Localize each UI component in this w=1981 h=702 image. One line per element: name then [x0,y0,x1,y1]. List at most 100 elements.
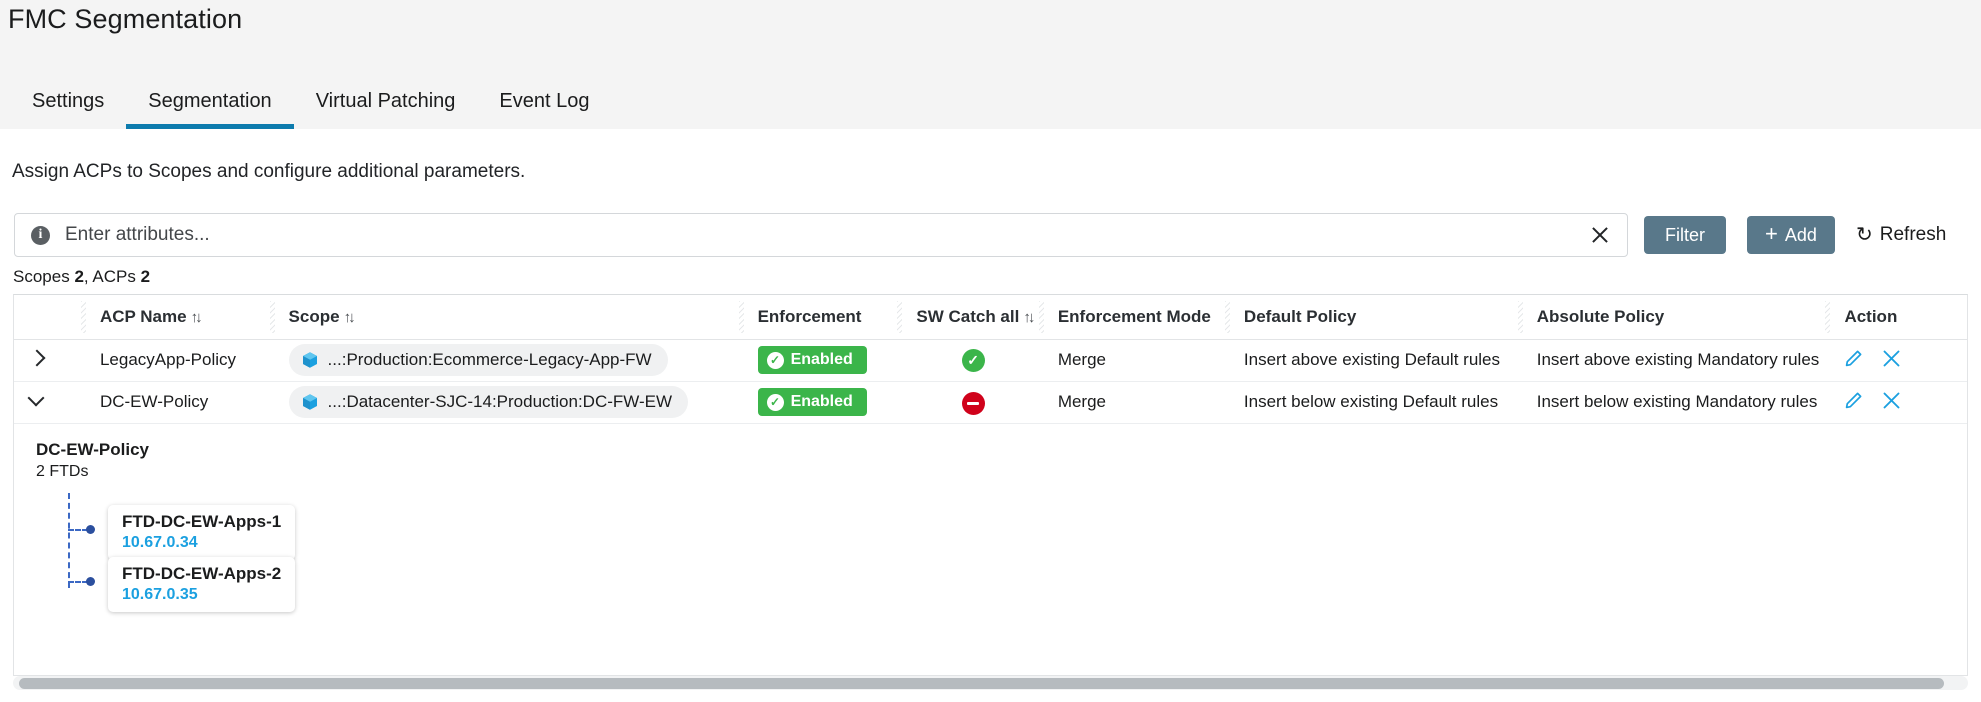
edit-icon[interactable] [1844,391,1863,410]
tree-branch-line [68,528,88,531]
column-header-acp-name-label: ACP Name [99,306,187,326]
cell-absolute-policy: Insert below existing Mandatory rules [1522,381,1831,424]
tree-branch-line [68,580,88,583]
filter-toolbar: i Filter + Add ↻ Refresh [0,211,1981,259]
tab-settings-label: Settings [32,90,105,112]
column-header-default-policy-label: Default Policy [1243,306,1357,326]
scope-chip[interactable]: ...:Production:Ecommerce-Legacy-App-FW [288,344,668,376]
tab-virtual-patching[interactable]: Virtual Patching [294,72,478,129]
cell-enforcement: ✓ Enabled [743,339,903,382]
cell-scope: ...:Datacenter-SJC-14:Production:DC-FW-E… [274,381,744,424]
tab-segmentation[interactable]: Segmentation [126,72,295,129]
column-header-action: Action [1830,295,1967,340]
scope-chip-label: ...:Datacenter-SJC-14:Production:DC-FW-E… [327,392,673,411]
check-icon: ✓ [766,393,784,411]
policy-detail-panel: DC-EW-Policy 2 FTDs FTD-DC-EW-Apps-1 10.… [14,424,1967,627]
ftd-node-name: FTD-DC-EW-Apps-1 [122,511,282,531]
scope-chip-label: ...:Production:Ecommerce-Legacy-App-FW [327,350,652,369]
ftd-node[interactable]: FTD-DC-EW-Apps-1 10.67.0.34 [108,504,296,560]
main-content: Assign ACPs to Scopes and configure addi… [0,129,1981,702]
cube-icon [302,352,317,368]
ftd-node-ip[interactable]: 10.67.0.35 [122,586,281,604]
refresh-icon: ↻ [1856,224,1873,246]
column-header-enforcement[interactable]: Enforcement [743,295,907,340]
row-expand-cell[interactable] [14,381,86,424]
tab-bar: Settings Segmentation Virtual Patching E… [0,72,1981,129]
column-header-default-policy[interactable]: Default Policy [1229,295,1527,340]
chevron-down-icon[interactable] [28,391,46,409]
edit-icon[interactable] [1844,349,1863,368]
delete-icon[interactable] [1881,390,1902,411]
minus-circle-icon [961,391,985,415]
chevron-right-icon[interactable] [28,349,46,367]
status-badge-label: Enabled [790,351,853,368]
ftd-tree: FTD-DC-EW-Apps-1 10.67.0.34 FTD-DC-EW-Ap… [36,492,1967,617]
counts-acps-value: 2 [140,267,151,286]
status-badge: ✓ Enabled [757,388,867,416]
attributes-search-box[interactable]: i [14,213,1628,257]
filter-button[interactable]: Filter [1644,216,1726,254]
column-header-sw-catch-all[interactable]: SW Catch all ↑↓ [902,295,1048,340]
delete-icon[interactable] [1881,348,1902,369]
record-counts: Scopes 2, ACPs 2 [13,267,150,287]
cell-sw-catch-all: ✓ [902,339,1044,382]
row-expand-cell[interactable] [14,339,86,382]
column-header-action-label: Action [1844,306,1898,326]
sort-icon: ↑↓ [1023,308,1035,326]
column-header-enforcement-mode-label: Enforcement Mode [1057,306,1211,326]
cell-default-policy: Insert below existing Default rules [1229,381,1523,424]
detail-title: DC-EW-Policy [36,439,149,459]
info-icon: i [31,225,50,245]
table-row[interactable]: DC-EW-Policy ...:Datacenter-SJC-14:Produ… [14,381,1967,424]
status-badge: ✓ Enabled [757,346,867,374]
cell-scope: ...:Production:Ecommerce-Legacy-App-FW [274,339,744,382]
ftd-node[interactable]: FTD-DC-EW-Apps-2 10.67.0.35 [108,556,296,612]
column-header-scope[interactable]: Scope ↑↓ [274,295,748,340]
detail-ftd-count: 2 FTDs [36,462,89,480]
close-icon[interactable] [1589,224,1611,246]
tree-trunk-line [68,492,70,588]
tab-settings[interactable]: Settings [10,72,126,129]
column-header-acp-name[interactable]: ACP Name ↑↓ [85,295,279,340]
column-header-enforcement-label: Enforcement [757,306,862,326]
page-title: FMC Segmentation [8,4,243,34]
counts-separator: , ACPs [83,267,136,286]
cell-absolute-policy: Insert above existing Mandatory rules [1522,339,1831,382]
sort-icon: ↑↓ [190,308,203,326]
column-header-absolute-policy[interactable]: Absolute Policy [1522,295,1835,340]
check-circle-icon: ✓ [961,348,985,372]
table-row[interactable]: LegacyApp-Policy ...:Production:Ecommerc… [14,339,1967,382]
cell-sw-catch-all [902,381,1044,424]
sort-icon: ↑↓ [343,308,356,326]
column-header-sw-catch-all-label: SW Catch all [916,306,1020,326]
table-detail-row: DC-EW-Policy 2 FTDs FTD-DC-EW-Apps-1 10.… [14,423,1967,627]
tab-virtual-patching-label: Virtual Patching [315,90,456,112]
add-button[interactable]: + Add [1747,216,1835,254]
cell-acp-name: LegacyApp-Policy [85,339,275,382]
cell-default-policy: Insert above existing Default rules [1229,339,1523,382]
add-button-label: Add [1784,224,1817,245]
tab-event-log-label: Event Log [499,90,590,112]
horizontal-scrollbar[interactable] [13,676,1968,690]
tab-event-log[interactable]: Event Log [477,72,611,129]
scope-chip[interactable]: ...:Datacenter-SJC-14:Production:DC-FW-E… [288,386,689,418]
column-header-enforcement-mode[interactable]: Enforcement Mode [1043,295,1234,340]
cell-enforcement-mode: Merge [1043,381,1230,424]
ftd-node-name: FTD-DC-EW-Apps-2 [122,563,282,583]
scrollbar-thumb[interactable] [19,678,1944,689]
check-icon: ✓ [766,351,784,369]
cell-acp-name: DC-EW-Policy [85,381,275,424]
ftd-node-ip[interactable]: 10.67.0.34 [122,534,281,552]
column-header-expand [14,295,90,340]
cell-enforcement-mode: Merge [1043,339,1230,382]
tree-node-dot [86,524,95,534]
plus-icon: + [1765,221,1778,246]
tab-segmentation-label: Segmentation [148,90,272,112]
counts-scopes-value: 2 [74,267,84,286]
cube-icon [302,394,317,410]
search-input[interactable] [63,214,1589,256]
refresh-button[interactable]: ↻ Refresh [1856,224,1946,246]
app-root: FMC Segmentation Settings Segmentation V… [0,0,1981,702]
tree-node-dot [86,576,95,586]
acp-table: ACP Name ↑↓ Scope ↑↓ Enforcement SW Catc… [13,294,1968,676]
